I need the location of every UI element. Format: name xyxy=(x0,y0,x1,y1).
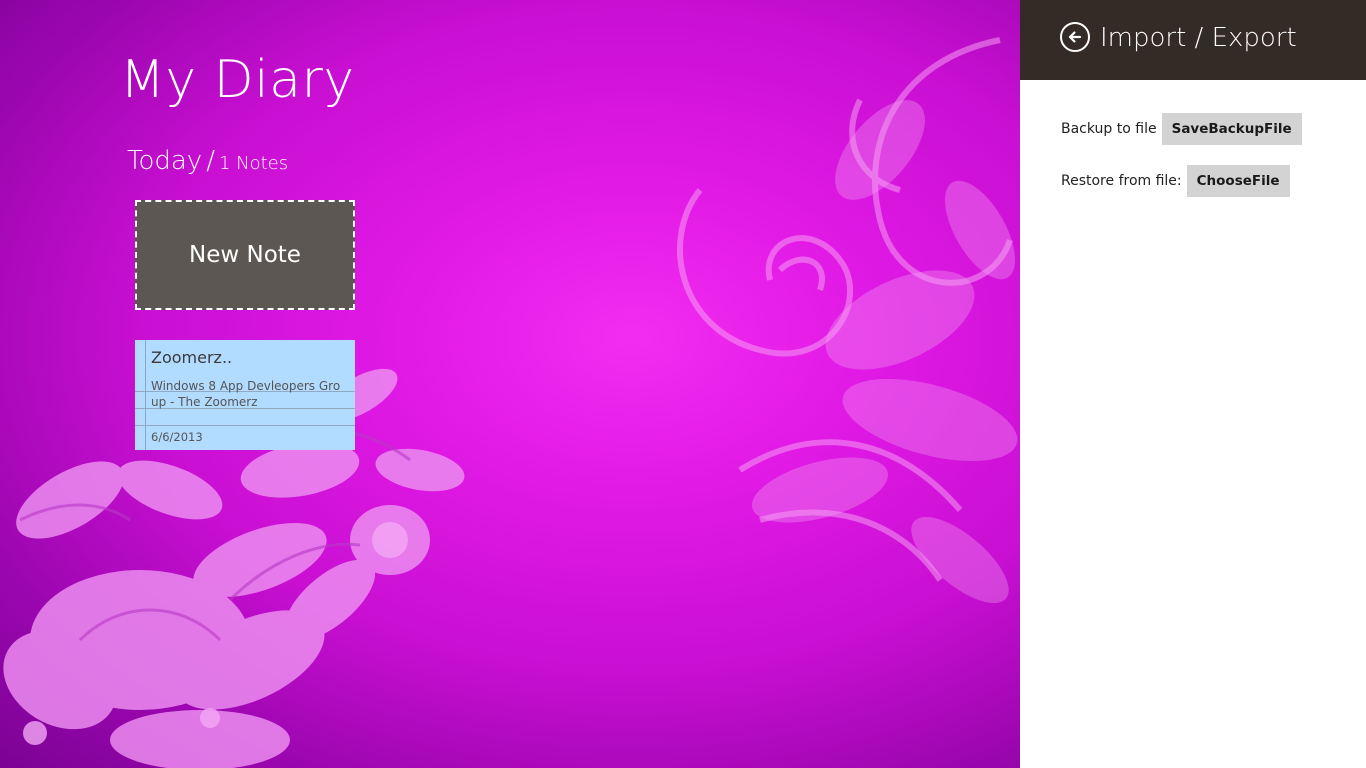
back-arrow-icon xyxy=(1068,31,1082,43)
restore-row: Restore from file: ChooseFile xyxy=(1061,165,1290,197)
backup-row: Backup to file SaveBackupFile xyxy=(1061,113,1302,145)
main-content: My Diary Today/1 Notes New Note Zoomerz.… xyxy=(0,0,1020,768)
choose-file-button[interactable]: ChooseFile xyxy=(1186,165,1290,197)
new-note-label: New Note xyxy=(189,242,301,268)
backup-label: Backup to file xyxy=(1061,121,1157,137)
save-backup-file-button[interactable]: SaveBackupFile xyxy=(1161,113,1302,145)
flyout-title: Import / Export xyxy=(1100,23,1297,53)
new-note-button[interactable]: New Note xyxy=(135,200,355,310)
note-count: 1 Notes xyxy=(218,153,289,174)
group-name: Today xyxy=(127,146,203,176)
note-date: 6/6/2013 xyxy=(151,430,203,444)
app-window: My Diary Today/1 Notes New Note Zoomerz.… xyxy=(0,0,1366,768)
import-export-flyout: Import / Export Backup to file SaveBacku… xyxy=(1020,0,1366,768)
note-body: Windows 8 App Devleopers Group - The Zoo… xyxy=(151,379,341,409)
app-title: My Diary xyxy=(120,50,355,110)
group-separator: / xyxy=(206,146,215,176)
group-header[interactable]: Today/1 Notes xyxy=(127,144,288,181)
flyout-header: Import / Export xyxy=(1020,0,1366,80)
note-card[interactable]: Zoomerz.. Windows 8 App Devleopers Group… xyxy=(135,340,355,450)
restore-label: Restore from file: xyxy=(1061,173,1182,189)
back-arrow-circle-icon[interactable] xyxy=(1060,22,1090,52)
note-title: Zoomerz.. xyxy=(151,348,233,367)
